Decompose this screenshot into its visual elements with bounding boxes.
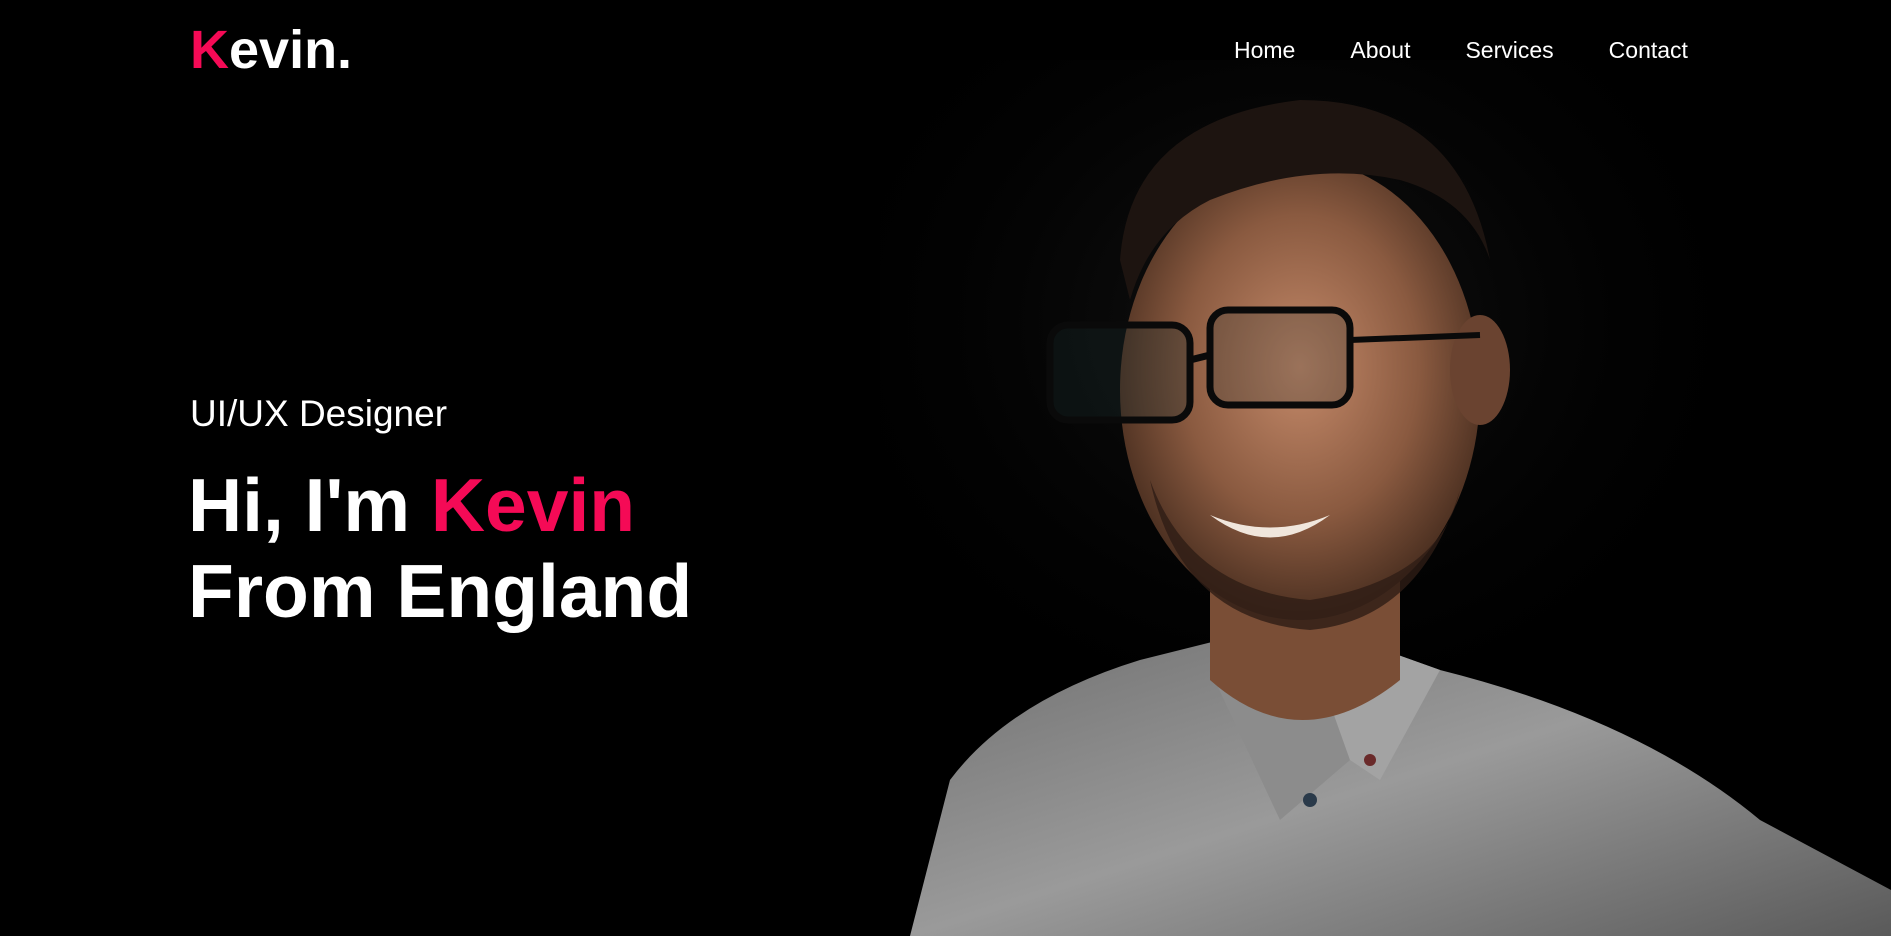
hero-name: Kevin — [430, 463, 636, 547]
site-logo[interactable]: Kevin. — [190, 20, 352, 80]
hero-section: Kevin. Home About Services Contact UI/UX… — [0, 0, 1891, 936]
portrait-image — [880, 60, 1891, 936]
logo-accent-letter: K — [190, 20, 229, 80]
hero-greeting: Hi, I'm — [188, 463, 431, 547]
hero-headline: Hi, I'm Kevin From England — [188, 462, 692, 634]
hero-subtitle: UI/UX Designer — [190, 393, 448, 434]
logo-text: evin. — [229, 20, 353, 80]
hero-location: From England — [188, 549, 693, 633]
